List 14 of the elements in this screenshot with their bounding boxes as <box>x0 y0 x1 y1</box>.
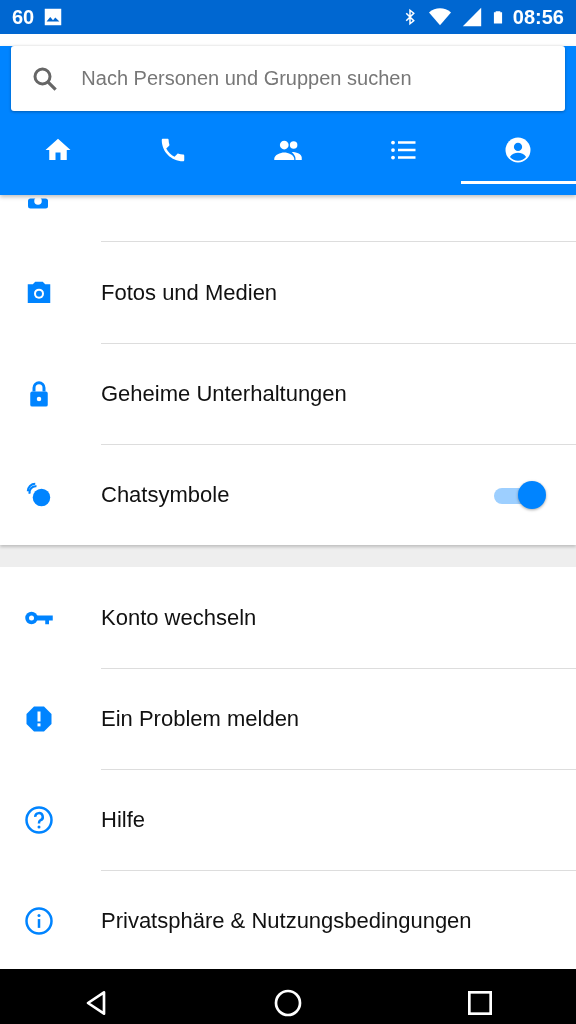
status-text: 60 <box>12 5 35 30</box>
list-item[interactable]: Konto wechseln <box>0 567 576 668</box>
clock-text: 08:56 <box>512 5 564 30</box>
list-item[interactable]: Chatsymbole <box>0 444 576 545</box>
list-item[interactable]: Hilfe <box>0 769 576 870</box>
wifi-icon <box>426 6 453 28</box>
info-icon <box>23 905 54 936</box>
signal-icon <box>460 6 483 28</box>
list-item[interactable]: Privatsphäre & Nutzungsbedingungen <box>0 870 576 969</box>
help-icon <box>23 804 54 835</box>
list-item[interactable]: Ein Problem melden <box>0 668 576 769</box>
list-item[interactable]: Fotos und Medien <box>0 242 576 343</box>
list-item[interactable]: Geheime Unterhaltungen <box>0 343 576 444</box>
toggle-switch[interactable] <box>494 479 546 510</box>
